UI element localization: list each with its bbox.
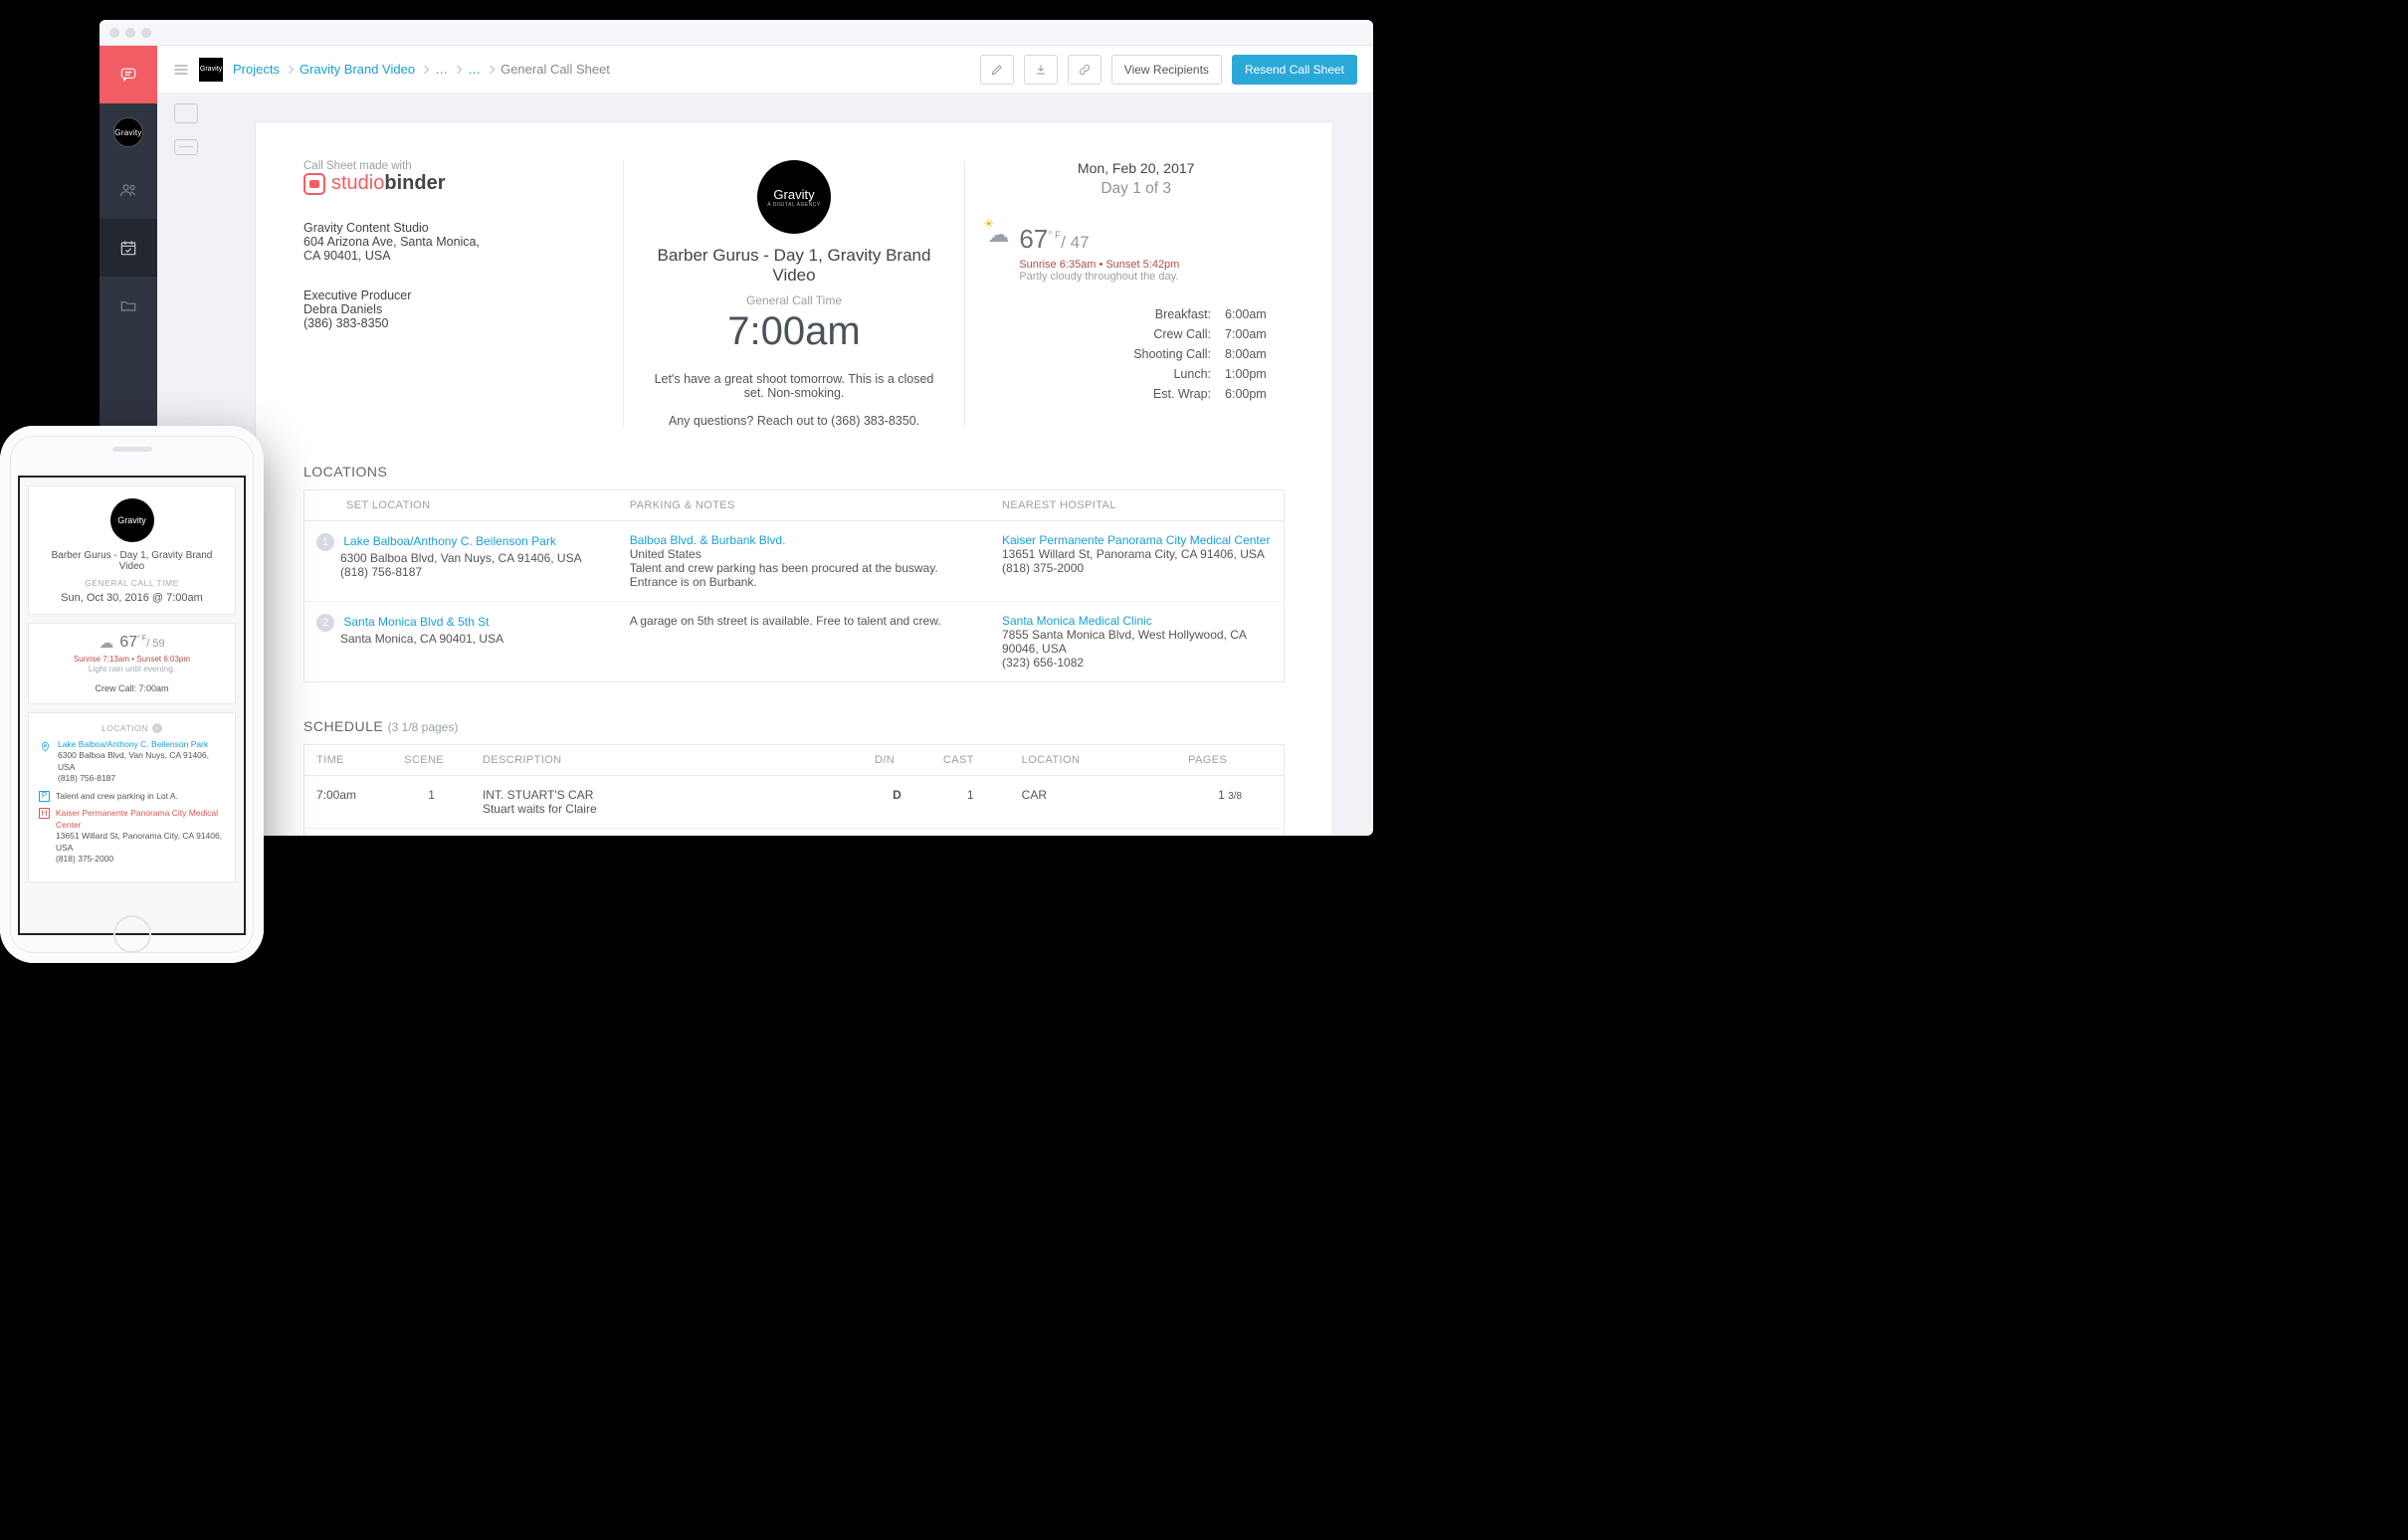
- window-dot[interactable]: [125, 28, 135, 38]
- phone-parking-note: Talent and crew parking in Lot A.: [56, 791, 178, 802]
- parking-link[interactable]: Balboa Blvd. & Burbank Blvd.: [630, 533, 786, 547]
- view-recipients-button[interactable]: View Recipients: [1111, 55, 1222, 85]
- ep-name: Debra Daniels: [303, 302, 601, 316]
- ep-label: Executive Producer: [303, 289, 601, 302]
- crumb-projects[interactable]: Projects: [233, 62, 280, 77]
- ep-phone: (386) 383-8350: [303, 316, 601, 330]
- phone-preview: Gravity Barber Gurus - Day 1, Gravity Br…: [0, 426, 264, 963]
- crumb-ellipsis[interactable]: …: [468, 62, 481, 77]
- note2: Any questions? Reach out to (368) 383-83…: [646, 414, 943, 428]
- location-number: 1: [316, 533, 334, 551]
- edit-button[interactable]: [980, 55, 1014, 85]
- phone-gct-label: GENERAL CALL TIME: [39, 578, 225, 588]
- chat-icon: [118, 65, 138, 85]
- topbar: Gravity Projects Gravity Brand Video … ……: [157, 46, 1373, 94]
- locations-table: SET LOCATION PARKING & NOTES NEAREST HOS…: [303, 489, 1285, 682]
- phone-sun: Sunrise 7:13am • Sunset 6:03pm: [39, 655, 225, 664]
- menu-icon[interactable]: [173, 63, 189, 77]
- browser-window: Gravity Gravity Projects Gravity Brand V…: [100, 20, 1373, 836]
- rail-item-callsheets[interactable]: [100, 219, 157, 277]
- phone-title: Barber Gurus - Day 1, Gravity Brand Vide…: [39, 550, 225, 572]
- project-chip[interactable]: Gravity: [199, 58, 223, 82]
- set-location-link[interactable]: Santa Monica Blvd & 5th St: [343, 615, 489, 629]
- app-logo[interactable]: [100, 46, 157, 103]
- project-logo: GravityA DIGITAL AGENCY: [757, 160, 831, 234]
- download-icon: [1034, 63, 1048, 77]
- gravity-icon: Gravity: [113, 117, 143, 147]
- gct-label: General Call Time: [646, 293, 943, 307]
- note1: Let's have a great shoot tomorrow. This …: [646, 372, 943, 400]
- table-row: 1 Lake Balboa/Anthony C. Beilenson Park …: [304, 521, 1285, 602]
- crumb-project[interactable]: Gravity Brand Video: [300, 62, 415, 77]
- table-row: 10:00am 3 EXT. NEIGHBORHOODStuart meets …: [304, 829, 1285, 837]
- link-button[interactable]: [1068, 55, 1102, 85]
- set-location-link[interactable]: Lake Balboa/Anthony C. Beilenson Park: [343, 534, 555, 548]
- rail-item-project[interactable]: Gravity: [100, 103, 157, 161]
- hospital-icon: H: [39, 808, 50, 819]
- sheet-title: Barber Gurus - Day 1, Gravity Brand Vide…: [646, 246, 943, 286]
- phone-location-label: LOCATION: [101, 723, 148, 733]
- gravity-icon: Gravity: [110, 498, 154, 542]
- hospital-link[interactable]: Kaiser Permanente Panorama City Medical …: [1002, 533, 1270, 547]
- phone-temp: 67° F/ 59: [119, 634, 164, 652]
- schedule-times: Breakfast:6:00am Crew Call:7:00am Shooti…: [987, 304, 1285, 404]
- shoot-date: Mon, Feb 20, 2017: [987, 160, 1285, 176]
- chat-icon: [303, 173, 325, 195]
- company-addr2: CA 90401, USA: [303, 249, 601, 263]
- shoot-day: Day 1 of 3: [987, 180, 1285, 198]
- phone-wx-desc: Light rain until evening.: [39, 664, 225, 674]
- crumb-current: General Call Sheet: [501, 62, 610, 77]
- hospital-link[interactable]: Santa Monica Medical Clinic: [1002, 614, 1152, 628]
- company-name: Gravity Content Studio: [303, 221, 601, 235]
- table-row: 2 Santa Monica Blvd & 5th St Santa Monic…: [304, 602, 1285, 682]
- download-button[interactable]: [1024, 55, 1058, 85]
- rail-item-people[interactable]: [100, 161, 157, 219]
- call-sheet: Call Sheet made with studiobinder Gravit…: [255, 121, 1333, 836]
- breadcrumb: Projects Gravity Brand Video … … General…: [233, 62, 970, 77]
- rail-item-files[interactable]: [100, 277, 157, 334]
- gct-value: 7:00am: [646, 309, 943, 354]
- weather-desc: Partly cloudy throughout the day.: [1019, 271, 1179, 283]
- phone-hospital-link[interactable]: Kaiser Permanente Panorama City Medical …: [56, 808, 218, 829]
- phone-set-link[interactable]: Lake Balboa/Anthony C. Beilenson Park: [58, 739, 208, 749]
- parking-icon: P: [39, 791, 50, 802]
- folder-icon: [118, 295, 138, 315]
- schedule-heading: SCHEDULE (3 1/8 pages): [303, 718, 1285, 734]
- phone-crew-call: Crew Call: 7:00am: [39, 683, 225, 693]
- crumb-ellipsis[interactable]: …: [435, 62, 448, 77]
- phone-screen[interactable]: Gravity Barber Gurus - Day 1, Gravity Br…: [18, 476, 246, 935]
- view-inbox[interactable]: [174, 139, 198, 155]
- sun-times: Sunrise 6:35am • Sunset 5:42pm: [1019, 259, 1179, 271]
- window-dot[interactable]: [141, 28, 151, 38]
- schedule-table: TIME SCENE DESCRIPTION D/N CAST LOCATION…: [303, 744, 1285, 836]
- phone-date: Sun, Oct 30, 2016 @ 7:00am: [39, 592, 225, 604]
- made-with-label: Call Sheet made with: [303, 160, 601, 172]
- people-icon: [118, 180, 138, 200]
- pencil-icon: [990, 63, 1004, 77]
- locations-heading: LOCATIONS: [303, 464, 1285, 480]
- sheet-scroll[interactable]: Call Sheet made with studiobinder Gravit…: [215, 94, 1373, 836]
- weather-icon: ☁: [99, 634, 113, 652]
- link-icon: [1078, 63, 1092, 77]
- pin-icon: [39, 739, 52, 785]
- view-desktop[interactable]: [174, 103, 198, 123]
- info-icon[interactable]: i: [152, 723, 162, 733]
- studiobinder-logo: studiobinder: [303, 172, 601, 195]
- table-row: 7:00am 1 INT. STUART'S CARStuart waits f…: [304, 776, 1285, 829]
- window-titlebar: [100, 20, 1373, 46]
- window-dot[interactable]: [109, 28, 119, 38]
- weather-icon: ☁: [987, 224, 1009, 246]
- company-addr1: 604 Arizona Ave, Santa Monica,: [303, 235, 601, 249]
- weather-temp: 67° F/ 47: [1019, 224, 1179, 255]
- resend-button[interactable]: Resend Call Sheet: [1232, 55, 1357, 85]
- location-number: 2: [316, 614, 334, 632]
- calendar-check-icon: [118, 238, 138, 258]
